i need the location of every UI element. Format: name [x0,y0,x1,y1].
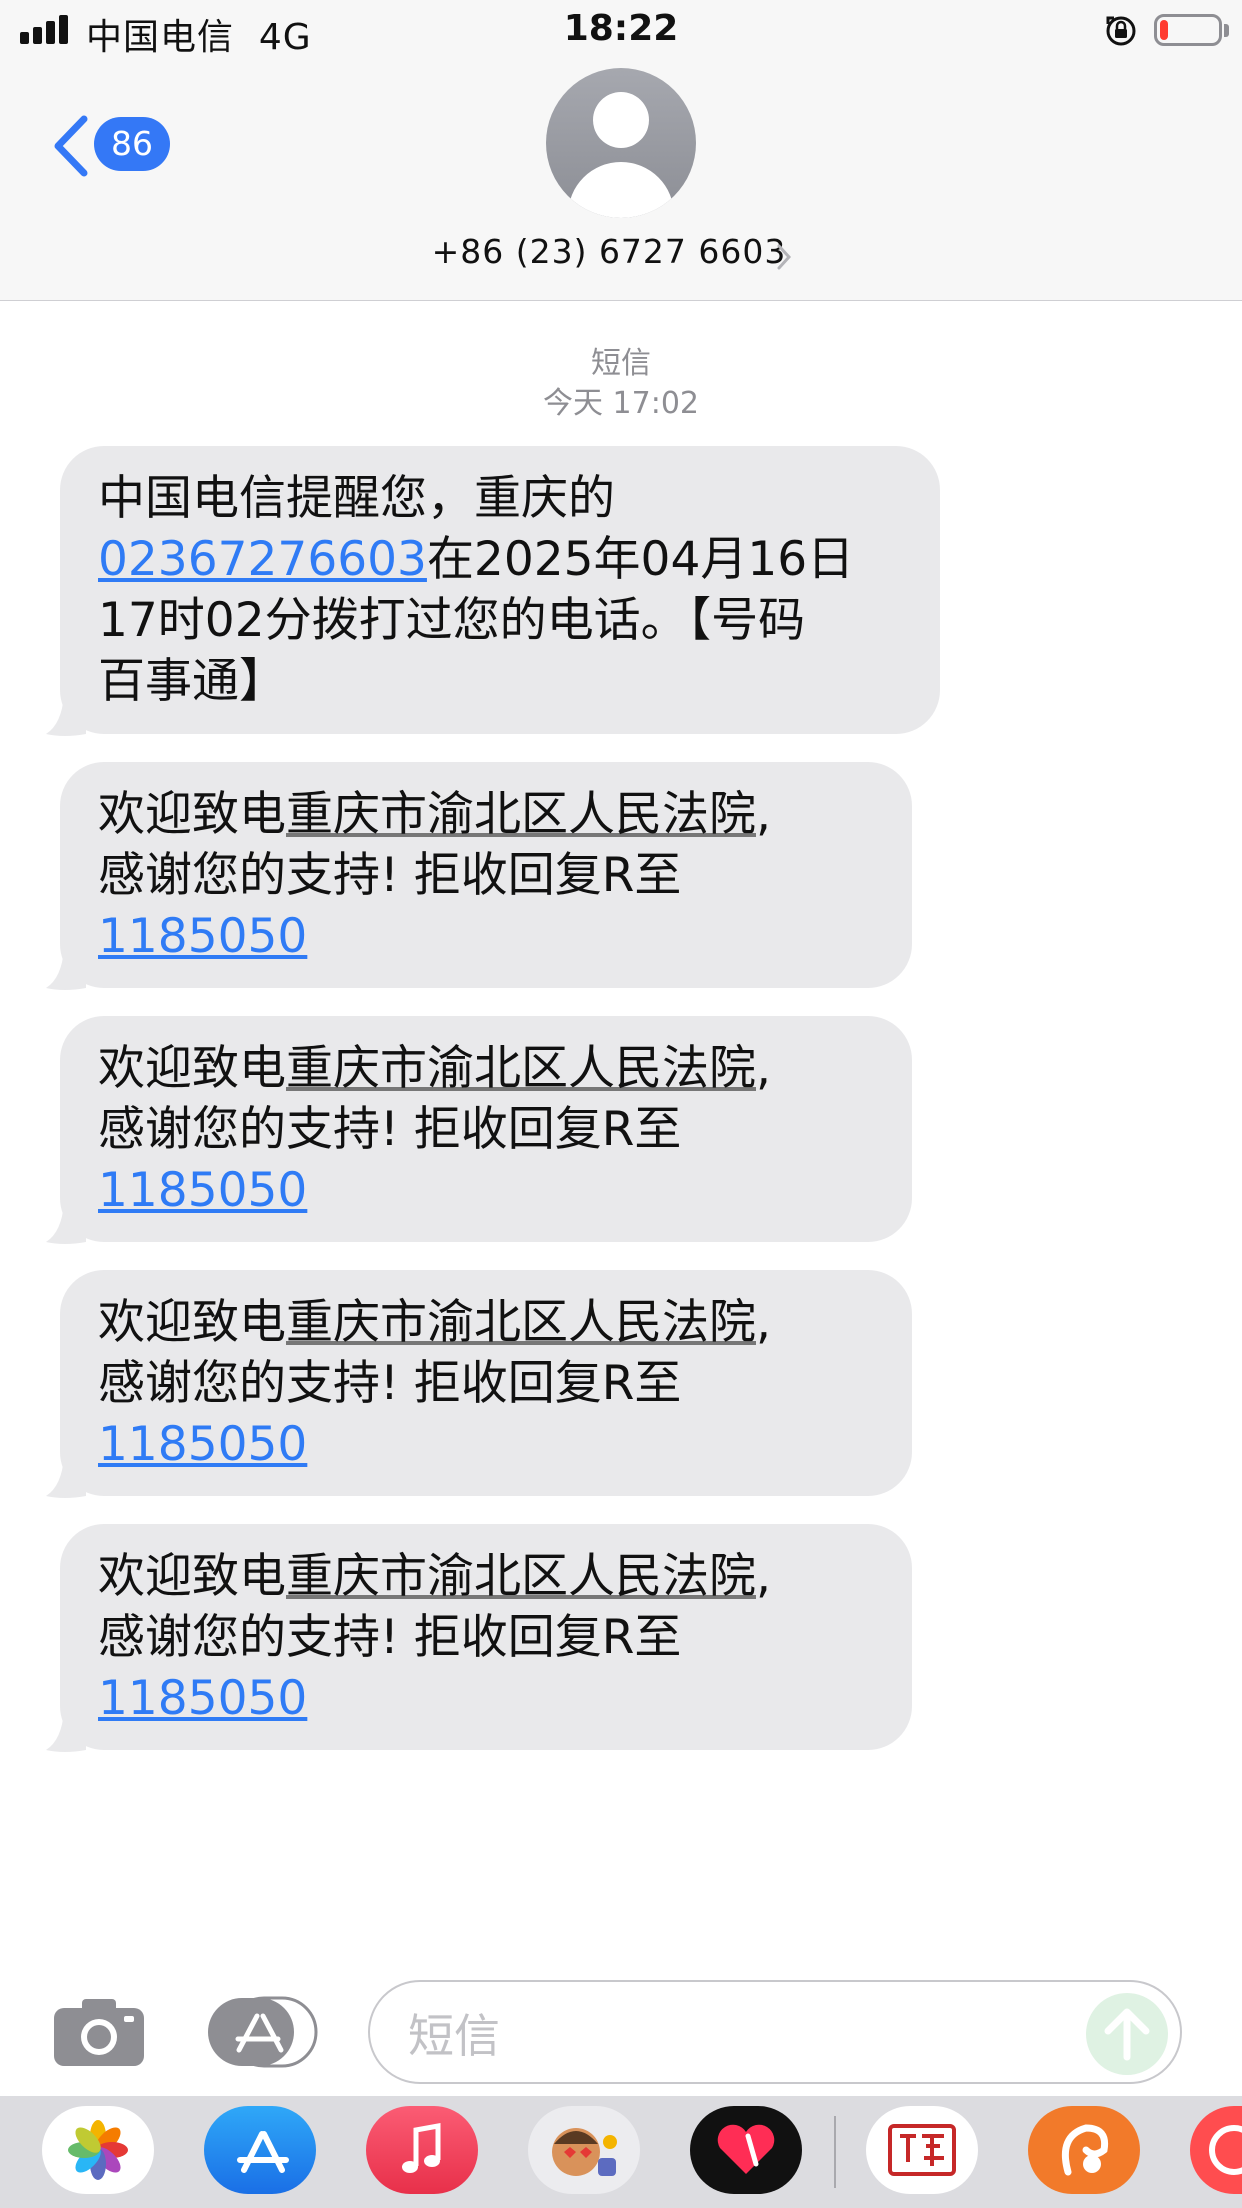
avatar-icon[interactable] [546,68,696,218]
message-type-label: 短信 [591,346,651,381]
message-text-line: 欢迎致电重庆市渝北区人民法院, [98,1295,771,1350]
squirrel-app-icon[interactable] [1028,2106,1140,2194]
music-app-icon[interactable] [366,2106,478,2194]
message-text-line: 02367276603在2025年04月16日 [98,532,855,587]
phone-number-link[interactable]: 02367276603 [98,532,427,587]
message-bubble[interactable]: 欢迎致电重庆市渝北区人民法院, 感谢您的支持! 拒收回复R至 1185050 [46,762,912,990]
message-bubble[interactable]: 欢迎致电重庆市渝北区人民法院, 感谢您的支持! 拒收回复R至 1185050 [46,1270,912,1498]
photos-app-icon[interactable] [42,2106,154,2194]
organization-name[interactable]: 重庆市渝北区人民法院 [286,1041,756,1096]
digital-touch-app-icon[interactable] [690,2106,802,2194]
message-text-line: 1185050 [98,1668,876,1729]
message-text-line: 1185050 [98,906,876,967]
message-text-line: 百事通】 [98,654,286,709]
send-arrow-icon [1104,2008,1150,2061]
chevron-right-icon[interactable] [774,242,794,272]
phone-number-link[interactable]: 1185050 [98,909,307,964]
message-bubble[interactable]: 欢迎致电重庆市渝北区人民法院, 感谢您的支持! 拒收回复R至 1185050 [46,1016,912,1244]
bubble-tail [46,948,86,990]
phone-number-link[interactable]: 1185050 [98,1163,307,1218]
drawer-divider [834,2116,836,2188]
message-text-line: 17时02分拨打过您的电话。【号码 [98,593,806,648]
battery-cap [1224,24,1229,37]
contact-number[interactable]: +86 (23) 6727 6603 [0,232,1218,271]
phone-number-link[interactable]: 1185050 [98,1417,307,1472]
message-text-line: 欢迎致电重庆市渝北区人民法院, [98,787,771,842]
message-text-line: 欢迎致电重庆市渝北区人民法院, [98,1041,771,1096]
bubble-tail [46,694,86,736]
status-time: 18:22 [563,8,679,49]
phone-number-link[interactable]: 1185050 [98,1671,307,1726]
battery-icon [1154,14,1222,46]
stamp-app-icon[interactable] [866,2106,978,2194]
organization-name[interactable]: 重庆市渝北区人民法院 [286,787,756,842]
organization-name[interactable]: 重庆市渝北区人民法院 [286,1549,756,1604]
message-bubble[interactable]: 中国电信提醒您，重庆的 02367276603在2025年04月16日 17时0… [46,446,940,736]
send-button[interactable] [1086,1993,1168,2075]
message-text-line: 1185050 [98,1414,876,1475]
message-text-line: 1185050 [98,1160,876,1221]
back-chevron-icon[interactable] [48,113,92,179]
app-store-icon[interactable] [206,1996,318,2068]
organization-name[interactable]: 重庆市渝北区人民法院 [286,1295,756,1350]
message-text-line: 中国电信提醒您，重庆的 [98,471,615,526]
app-store-app-icon[interactable] [204,2106,316,2194]
message-text-line: 感谢您的支持! 拒收回复R至 [98,1356,682,1411]
message-text-line: 感谢您的支持! 拒收回复R至 [98,848,682,903]
message-text-line: 感谢您的支持! 拒收回复R至 [98,1102,682,1157]
conversation-timestamp: 今天 17:02 [543,386,699,421]
memoji-app-icon[interactable] [528,2106,640,2194]
message-bubble[interactable]: 欢迎致电重庆市渝北区人民法院, 感谢您的支持! 拒收回复R至 1185050 [46,1524,912,1752]
message-text-line: 感谢您的支持! 拒收回复R至 [98,1610,682,1665]
bubble-tail [46,1456,86,1498]
camera-icon[interactable] [52,1996,146,2068]
bubble-tail [46,1202,86,1244]
orientation-lock-icon [1106,16,1136,46]
message-placeholder: 短信 [408,2009,500,2063]
bubble-tail [46,1710,86,1752]
status-bar: 中国电信 4G 18:22 [0,0,1242,62]
unread-count-badge[interactable]: 86 [94,117,170,171]
message-text-line: 欢迎致电重庆市渝北区人民法院, [98,1549,771,1604]
